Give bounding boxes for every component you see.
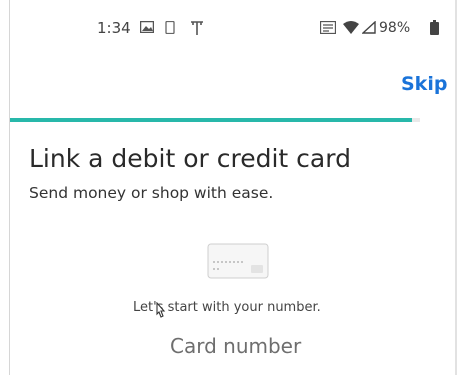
- page-title: Link a debit or credit card: [29, 144, 351, 173]
- mouse-pointer-icon: [156, 302, 166, 318]
- status-time: 1:34: [97, 19, 131, 37]
- screen-left-edge: [9, 0, 10, 375]
- skip-button[interactable]: Skip: [401, 73, 447, 95]
- cast-icon: [320, 21, 336, 34]
- card-number-placeholder: Card number: [170, 334, 302, 358]
- page-subtitle: Send money or shop with ease.: [29, 184, 274, 202]
- notification-antenna-icon: [191, 21, 203, 35]
- card-number-field[interactable]: Card number: [120, 328, 340, 368]
- signal-icon: [362, 21, 376, 34]
- battery-icon: [430, 20, 439, 35]
- progress-fill: [10, 118, 412, 122]
- notification-phone-icon: [165, 21, 175, 34]
- wifi-icon: [343, 21, 359, 34]
- status-bar: 1:34 98%: [10, 0, 455, 50]
- battery-percent: 98%: [379, 20, 411, 36]
- credit-card-icon: [207, 243, 269, 279]
- notification-image-icon: [140, 21, 154, 33]
- progress-bar: [10, 118, 420, 122]
- screen-right-edge: [455, 0, 457, 375]
